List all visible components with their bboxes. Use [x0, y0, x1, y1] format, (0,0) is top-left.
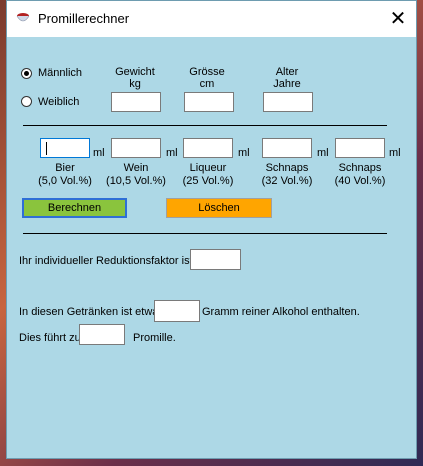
promille-suffix: Promille. [133, 332, 176, 344]
wine-unit: ml [166, 147, 178, 159]
alcohol-amount-output[interactable] [154, 300, 200, 322]
app-window: Promillerechner ✕ Männlich Weiblich Gewi… [6, 0, 417, 459]
liqueur-strength: (25 Vol.%) [182, 175, 234, 187]
radio-female-label: Weiblich [38, 96, 80, 108]
promille-output[interactable] [79, 324, 125, 345]
height-input[interactable] [184, 92, 234, 112]
age-label-line2: Jahre [273, 78, 301, 90]
title-bar: Promillerechner ✕ [7, 1, 416, 37]
height-label-line1: Grösse [189, 66, 225, 78]
reduction-factor-output[interactable] [190, 249, 241, 270]
height-label-line2: cm [199, 78, 215, 90]
alcohol-amount-prefix: In diesen Getränken ist etwa [19, 306, 159, 318]
divider-top [23, 125, 387, 126]
age-input[interactable] [263, 92, 313, 112]
schnaps40-input[interactable] [335, 138, 385, 158]
close-button[interactable]: ✕ [380, 1, 416, 37]
weight-label-line1: Gewicht [115, 66, 155, 78]
radio-female[interactable] [21, 96, 32, 107]
schnaps32-input[interactable] [262, 138, 312, 158]
alcohol-glass-icon [16, 13, 30, 22]
schnaps32-unit: ml [317, 147, 329, 159]
radio-male[interactable] [21, 68, 32, 79]
reduction-factor-label: Ihr individueller Reduktionsfaktor ist [19, 255, 193, 267]
text-caret [46, 142, 47, 155]
beer-strength: (5,0 Vol.%) [38, 175, 92, 187]
beer-name: Bier [55, 162, 75, 174]
schnaps40-name: Schnaps [338, 162, 382, 174]
liqueur-input[interactable] [183, 138, 233, 158]
radio-male-label: Männlich [38, 67, 83, 79]
beer-unit: ml [93, 147, 105, 159]
liqueur-name: Liqueur [189, 162, 227, 174]
divider-bottom [23, 233, 387, 234]
wine-name: Wein [123, 162, 149, 174]
close-icon: ✕ [389, 8, 407, 30]
alcohol-amount-suffix: Gramm reiner Alkohol enthalten. [202, 306, 360, 318]
schnaps32-name: Schnaps [265, 162, 309, 174]
calculate-button[interactable]: Berechnen [22, 198, 127, 218]
schnaps40-unit: ml [389, 147, 401, 159]
liqueur-unit: ml [238, 147, 250, 159]
weight-label-line2: kg [129, 78, 141, 90]
wine-input[interactable] [111, 138, 161, 158]
schnaps40-strength: (40 Vol.%) [334, 175, 386, 187]
schnaps32-strength: (32 Vol.%) [261, 175, 313, 187]
promille-prefix: Dies führt zu [19, 332, 81, 344]
weight-input[interactable] [111, 92, 161, 112]
window-title: Promillerechner [38, 11, 130, 26]
age-label-line1: Alter [275, 66, 299, 78]
beer-input[interactable] [40, 138, 90, 158]
delete-button[interactable]: Löschen [166, 198, 272, 218]
wine-strength: (10,5 Vol.%) [106, 175, 166, 187]
